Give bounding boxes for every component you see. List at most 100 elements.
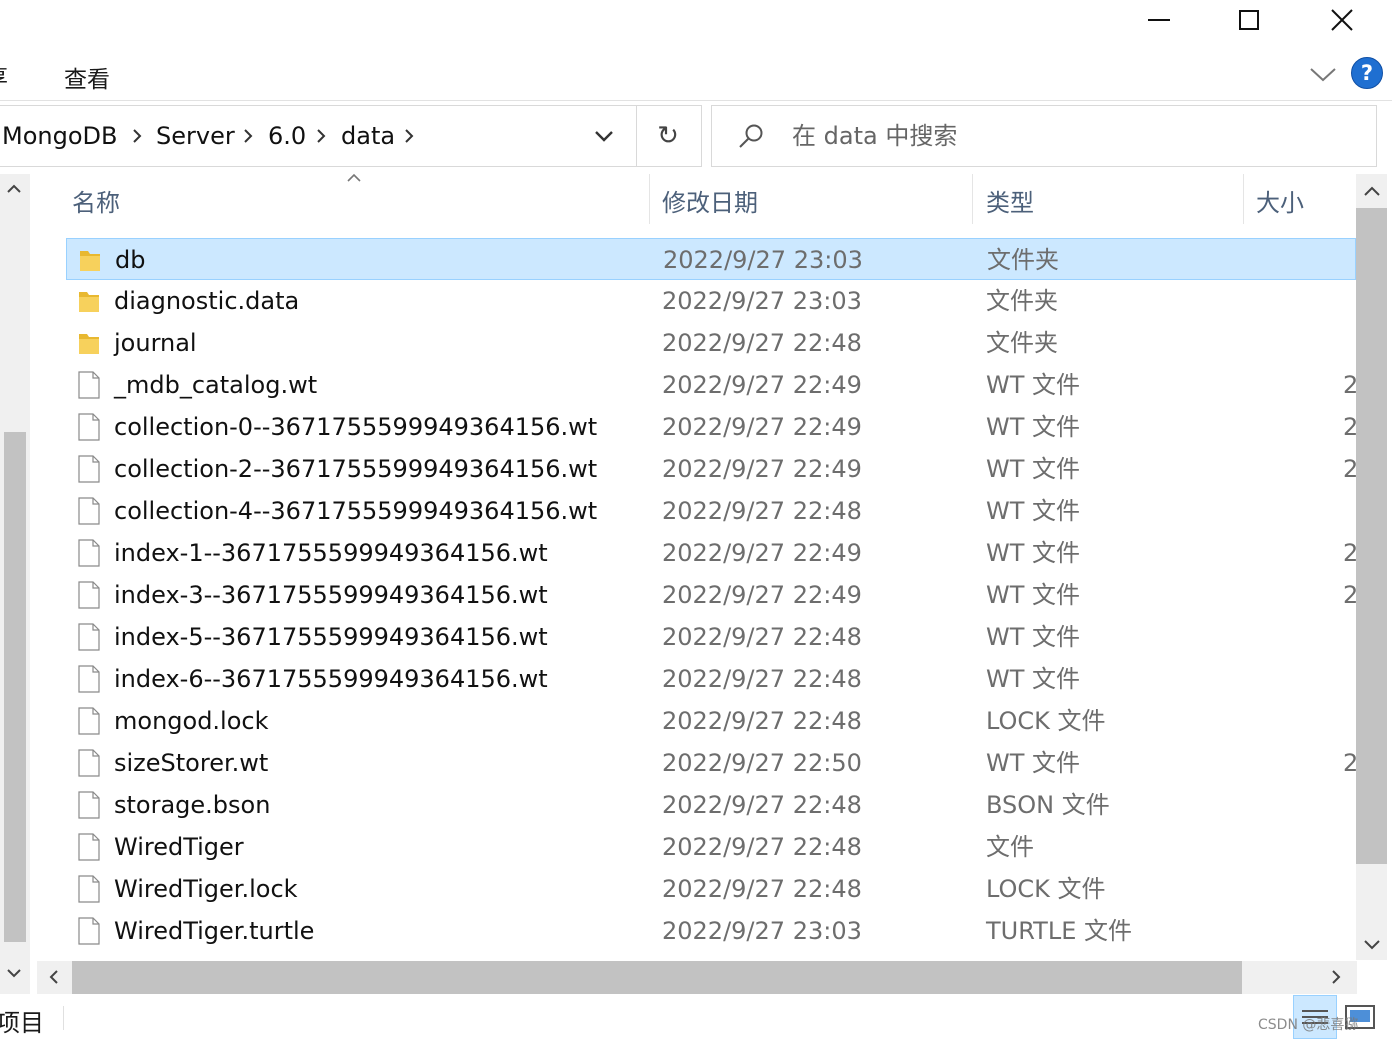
scroll-up-icon[interactable] — [1362, 182, 1382, 202]
horizontal-scroll-thumb[interactable] — [72, 961, 1242, 994]
scroll-up-icon[interactable] — [5, 180, 23, 198]
file-name: index-5--3671755599949364156.wt — [114, 623, 548, 651]
refresh-button[interactable]: ↻ — [646, 110, 690, 162]
file-row[interactable]: collection-2--3671755599949364156.wt 2022… — [66, 448, 1356, 490]
file-list[interactable]: db 2022/9/27 23:03 文件夹 diagnostic.data 2022/… — [0, 238, 1356, 960]
file-type: TURTLE 文件 — [986, 917, 1132, 945]
file-modified-date: 2022/9/27 22:48 — [662, 665, 862, 693]
close-button[interactable] — [1319, 0, 1365, 40]
file-row[interactable]: sizeStorer.wt 2022/9/27 22:50 WT 文件 2 — [66, 742, 1356, 784]
file-list-horizontal-scrollbar[interactable] — [37, 961, 1357, 994]
search-box[interactable] — [711, 105, 1377, 167]
file-row[interactable]: WiredTiger.turtle 2022/9/27 23:03 TURTLE 文… — [66, 910, 1356, 952]
file-row[interactable]: mongod.lock 2022/9/27 22:48 LOCK 文件 — [66, 700, 1356, 742]
maximize-button[interactable] — [1226, 0, 1272, 40]
file-type: WT 文件 — [986, 581, 1081, 609]
column-separator[interactable] — [972, 174, 973, 224]
file-row[interactable]: db 2022/9/27 23:03 文件夹 — [66, 238, 1356, 280]
minimize-button[interactable] — [1136, 0, 1182, 40]
scroll-left-icon[interactable] — [45, 968, 63, 986]
file-row[interactable]: index-5--3671755599949364156.wt 2022/9/27… — [66, 616, 1356, 658]
details-view-icon — [1302, 1010, 1328, 1012]
file-row[interactable]: WiredTiger 2022/9/27 22:48 文件 — [66, 826, 1356, 868]
file-row[interactable]: collection-0--3671755599949364156.wt 2022… — [66, 406, 1356, 448]
sort-ascending-icon — [347, 173, 361, 182]
file-type: WT 文件 — [986, 749, 1081, 777]
search-input[interactable] — [792, 118, 1352, 154]
chevron-right-icon[interactable] — [398, 125, 420, 147]
file-row[interactable]: storage.bson 2022/9/27 22:48 BSON 文件 — [66, 784, 1356, 826]
file-type: BSON 文件 — [986, 791, 1110, 819]
file-name: WiredTiger.turtle — [114, 917, 315, 945]
file-modified-date: 2022/9/27 22:50 — [662, 749, 862, 777]
file-name: index-6--3671755599949364156.wt — [114, 665, 548, 693]
chevron-right-icon[interactable] — [310, 125, 332, 147]
file-row[interactable]: index-3--3671755599949364156.wt 2022/9/27… — [66, 574, 1356, 616]
column-header-size[interactable]: 大小 — [1256, 183, 1304, 218]
file-size: 2 — [1343, 539, 1356, 567]
file-list-vertical-scrollbar[interactable] — [1356, 174, 1387, 960]
file-row[interactable]: index-6--3671755599949364156.wt 2022/9/27… — [66, 658, 1356, 700]
file-modified-date: 2022/9/27 23:03 — [663, 246, 863, 274]
folder-icon — [76, 286, 102, 316]
column-separator[interactable] — [1243, 174, 1244, 224]
file-row[interactable]: collection-4--3671755599949364156.wt 2022… — [66, 490, 1356, 532]
scroll-down-icon[interactable] — [1362, 934, 1382, 954]
file-row[interactable]: _mdb_catalog.wt 2022/9/27 22:49 WT 文件 2 — [66, 364, 1356, 406]
column-header-name[interactable]: 名称 — [72, 183, 120, 218]
breadcrumb-version[interactable]: 6.0 — [268, 106, 306, 166]
address-bar[interactable]: MongoDB Server 6.0 data ↻ — [0, 105, 702, 167]
expand-ribbon-icon[interactable] — [1308, 60, 1338, 88]
column-header-date[interactable]: 修改日期 — [662, 183, 758, 218]
breadcrumb-data[interactable]: data — [341, 106, 395, 166]
file-icon — [76, 412, 102, 442]
folder-icon — [77, 245, 103, 275]
file-size: 2 — [1343, 413, 1356, 441]
breadcrumb-server[interactable]: Server — [156, 106, 235, 166]
vertical-scroll-thumb[interactable] — [1356, 208, 1387, 864]
file-icon — [76, 748, 102, 778]
tab-share-partial[interactable]: 享 — [0, 60, 8, 92]
file-row[interactable]: index-1--3671755599949364156.wt 2022/9/27… — [66, 532, 1356, 574]
file-size: 2 — [1343, 749, 1356, 777]
file-name: index-3--3671755599949364156.wt — [114, 581, 548, 609]
file-type: 文件夹 — [986, 329, 1058, 357]
file-type: WT 文件 — [986, 497, 1081, 525]
file-modified-date: 2022/9/27 22:48 — [662, 833, 862, 861]
file-name: collection-2--3671755599949364156.wt — [114, 455, 598, 483]
file-modified-date: 2022/9/27 22:49 — [662, 413, 862, 441]
column-header-type[interactable]: 类型 — [986, 183, 1034, 218]
address-history-dropdown[interactable] — [588, 123, 620, 149]
file-row[interactable]: diagnostic.data 2022/9/27 23:03 文件夹 — [66, 280, 1356, 322]
file-row[interactable]: WiredTiger.lock 2022/9/27 22:48 LOCK 文件 — [66, 868, 1356, 910]
file-icon — [76, 622, 102, 652]
scroll-down-icon[interactable] — [5, 964, 23, 982]
file-name: storage.bson — [114, 791, 271, 819]
file-size: 2 — [1343, 581, 1356, 609]
file-size: 2 — [1343, 455, 1356, 483]
file-icon — [76, 790, 102, 820]
file-name: WiredTiger — [114, 833, 244, 861]
column-separator[interactable] — [649, 174, 650, 224]
file-name: index-1--3671755599949364156.wt — [114, 539, 548, 567]
file-name: journal — [114, 329, 197, 357]
file-name: sizeStorer.wt — [114, 749, 269, 777]
search-icon — [739, 124, 763, 148]
file-icon — [76, 454, 102, 484]
maximize-icon — [1239, 10, 1259, 30]
file-icon — [76, 664, 102, 694]
file-type: LOCK 文件 — [986, 707, 1106, 735]
help-button[interactable]: ? — [1351, 57, 1383, 89]
chevron-right-icon[interactable] — [237, 125, 259, 147]
file-modified-date: 2022/9/27 22:49 — [662, 539, 862, 567]
file-icon — [76, 706, 102, 736]
breadcrumb-mongodb[interactable]: MongoDB — [2, 106, 117, 166]
scroll-right-icon[interactable] — [1327, 968, 1345, 986]
file-row[interactable]: journal 2022/9/27 22:48 文件夹 — [66, 322, 1356, 364]
file-icon — [76, 832, 102, 862]
file-icon — [76, 538, 102, 568]
file-name: db — [115, 246, 146, 274]
file-name: mongod.lock — [114, 707, 269, 735]
chevron-right-icon[interactable] — [126, 125, 148, 147]
tab-view[interactable]: 查看 — [64, 60, 110, 94]
